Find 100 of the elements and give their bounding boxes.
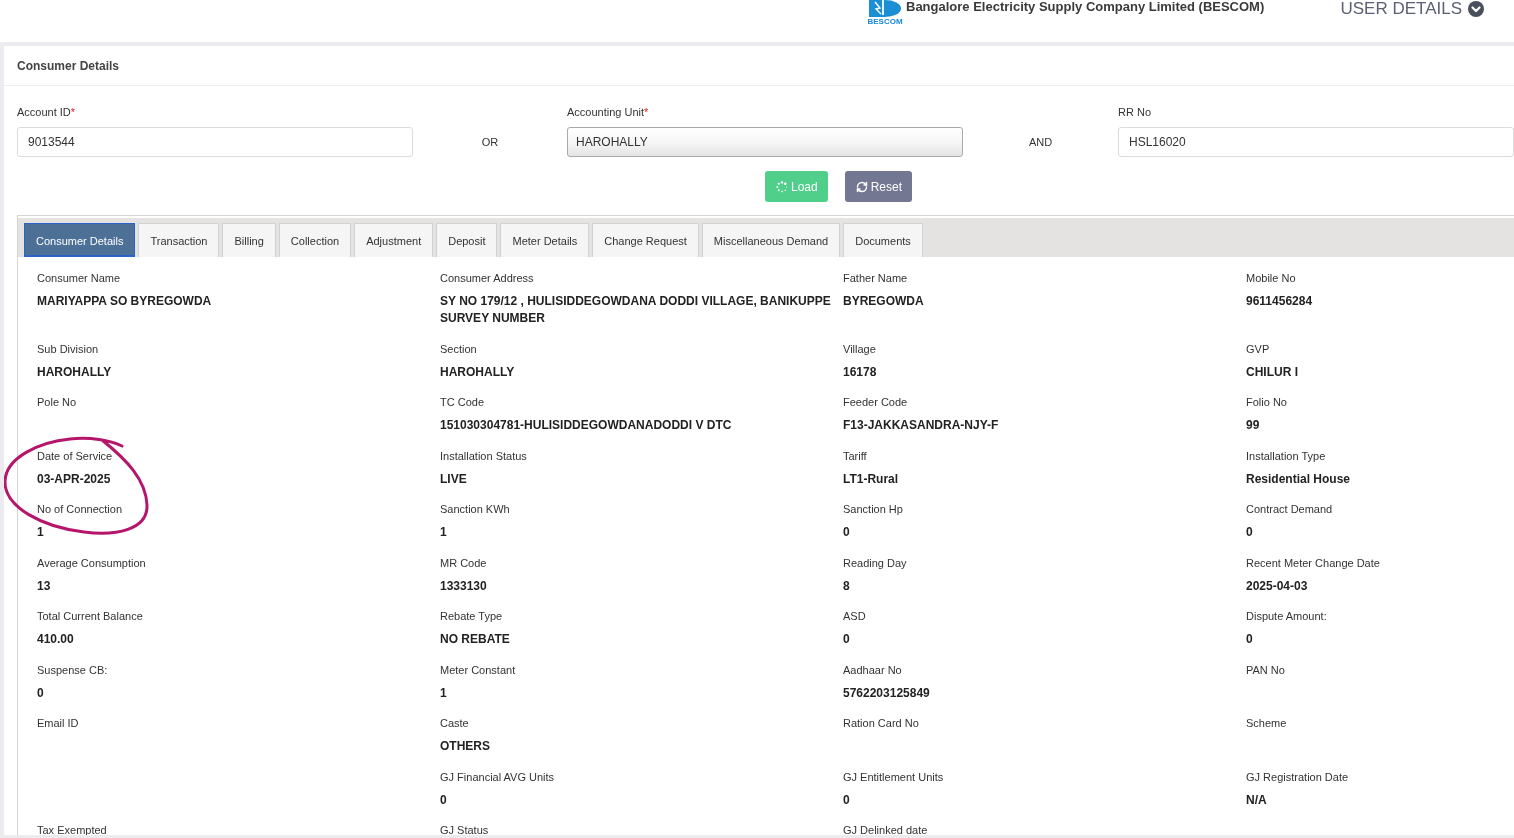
tab[interactable]: Documents — [843, 223, 923, 257]
detail-value: 410.00 — [37, 631, 74, 648]
detail-value: BYREGOWDA — [843, 293, 924, 310]
detail-value: 99 — [1246, 417, 1260, 434]
detail-label: GJ Financial AVG Units — [440, 769, 555, 784]
detail-label: Installation Type — [1246, 448, 1326, 463]
detail-label: Meter Constant — [440, 662, 516, 677]
tab[interactable]: Adjustment — [354, 223, 434, 257]
tab[interactable]: Consumer Details — [24, 223, 136, 257]
field-label: Accounting Unit* — [567, 105, 649, 119]
tab[interactable]: Deposit — [436, 223, 498, 257]
dropdown-field[interactable]: HAROHALLY — [567, 127, 963, 157]
spinner-icon — [776, 180, 788, 193]
detail-label: Consumer Name — [37, 271, 121, 285]
detail-label: Suspense CB: — [37, 662, 108, 677]
connector-text: OR — [481, 135, 499, 150]
detail-value: CHILUR I — [1246, 363, 1298, 381]
detail-label: Contract Demand — [1246, 502, 1333, 516]
detail-label: Total Current Balance — [37, 609, 143, 623]
detail-label: Email ID — [37, 716, 79, 730]
tab[interactable]: Collection — [278, 223, 352, 257]
refresh-icon — [855, 180, 868, 193]
detail-label: MR Code — [440, 555, 487, 570]
detail-value: 0 — [843, 791, 850, 809]
detail-label: Dispute Amount: — [1246, 609, 1327, 623]
tab[interactable]: Change Request — [592, 223, 699, 257]
detail-value: 0 — [440, 791, 447, 809]
detail-label: Father Name — [843, 271, 908, 285]
detail-label: Sanction Hp — [843, 502, 903, 516]
detail-value: 8 — [843, 577, 850, 595]
detail-value: 1 — [440, 524, 447, 541]
detail-label: Average Consumption — [37, 555, 146, 570]
detail-value: 1333130 — [440, 577, 487, 595]
detail-value: LIVE — [440, 470, 467, 488]
detail-label: Folio No — [1246, 395, 1287, 409]
detail-label: Installation Status — [440, 448, 527, 463]
detail-value: 1 — [440, 684, 447, 702]
field-label: Account ID* — [17, 105, 76, 119]
detail-label: Sub Division — [37, 341, 99, 356]
detail-label: PAN No — [1246, 662, 1285, 677]
detail-label: No of Connection — [37, 502, 122, 516]
detail-label: Caste — [440, 716, 469, 730]
detail-value: 0 — [1246, 631, 1253, 648]
company-title: Bangalore Electricity Supply Company Limited (BESCOM) — [906, 0, 1265, 14]
detail-label: Recent Meter Change Date — [1246, 555, 1380, 570]
detail-label: GVP — [1246, 341, 1270, 356]
detail-value: 16178 — [843, 363, 877, 381]
detail-value: HAROHALLY — [37, 363, 112, 381]
connector-text: AND — [1028, 135, 1053, 150]
detail-value: Residential House — [1246, 470, 1351, 488]
detail-label: Mobile No — [1246, 271, 1296, 285]
detail-label: ASD — [843, 609, 866, 623]
detail-value: F13-JAKKASANDRA-NJY-F — [843, 417, 999, 434]
detail-label: GJ Entitlement Units — [843, 769, 944, 784]
input-field[interactable]: 9013544 — [17, 127, 413, 157]
detail-value: 9611456284 — [1246, 293, 1313, 310]
logo-caption: BESCOM — [867, 17, 903, 26]
reset-button[interactable]: Reset — [844, 171, 913, 202]
detail-value: 5762203125849 — [843, 684, 930, 702]
detail-value: OTHERS — [440, 738, 490, 755]
detail-value: 03-APR-2025 — [37, 470, 111, 488]
detail-value: NO REBATE — [440, 631, 510, 648]
detail-value: 13 — [37, 577, 51, 595]
detail-value: 1 — [37, 524, 44, 541]
detail-value: 151030304781-HULISIDDEGOWDANADODDI V DTC — [440, 417, 732, 434]
field-label: RR No — [1118, 105, 1151, 119]
detail-label: Reading Day — [843, 555, 907, 570]
tab[interactable]: Miscellaneous Demand — [701, 223, 841, 257]
detail-label: Rebate Type — [440, 609, 503, 623]
detail-label: Scheme — [1246, 716, 1287, 730]
detail-label: Consumer Address — [440, 271, 534, 285]
detail-value: 0 — [1246, 524, 1253, 541]
detail-label: Aadhaar No — [843, 662, 902, 677]
detail-value: 2025-04-03 — [1246, 577, 1308, 595]
detail-value: 0 — [843, 631, 850, 648]
section-title: Consumer Details — [17, 58, 120, 73]
input-field[interactable]: HSL16020 — [1118, 127, 1514, 157]
detail-label: Tariff — [843, 448, 867, 463]
detail-label: Ration Card No — [843, 716, 919, 730]
user-details-menu[interactable]: USER DETAILS — [1340, 0, 1484, 18]
detail-value: MARIYAPPA SO BYREGOWDA — [37, 293, 212, 310]
detail-label: Feeder Code — [843, 395, 908, 409]
detail-value: LT1-Rural — [843, 470, 899, 488]
detail-value: 0 — [843, 524, 850, 541]
detail-value: SY NO 179/12 , HULISIDDEGOWDANA DODDI VILLAGE, BANIKUPPE SURVEY NUMBER — [440, 293, 832, 327]
detail-value: 0 — [37, 684, 44, 702]
detail-label: GJ Status — [440, 823, 489, 835]
detail-label: Pole No — [37, 395, 77, 409]
detail-value: HAROHALLY — [440, 363, 515, 381]
detail-label: GJ Delinked date — [843, 823, 928, 835]
detail-label: GJ Registration Date — [1246, 769, 1349, 784]
tab[interactable]: Transaction — [138, 223, 220, 257]
tab[interactable]: Meter Details — [500, 223, 590, 257]
detail-value: N/A — [1246, 791, 1267, 809]
tab[interactable]: Billing — [222, 223, 276, 257]
detail-label: TC Code — [440, 395, 485, 409]
detail-label: Village — [843, 341, 876, 356]
detail-label: Sanction KWh — [440, 502, 510, 516]
detail-label: Section — [440, 341, 477, 356]
detail-label: Date of Service — [37, 448, 113, 463]
